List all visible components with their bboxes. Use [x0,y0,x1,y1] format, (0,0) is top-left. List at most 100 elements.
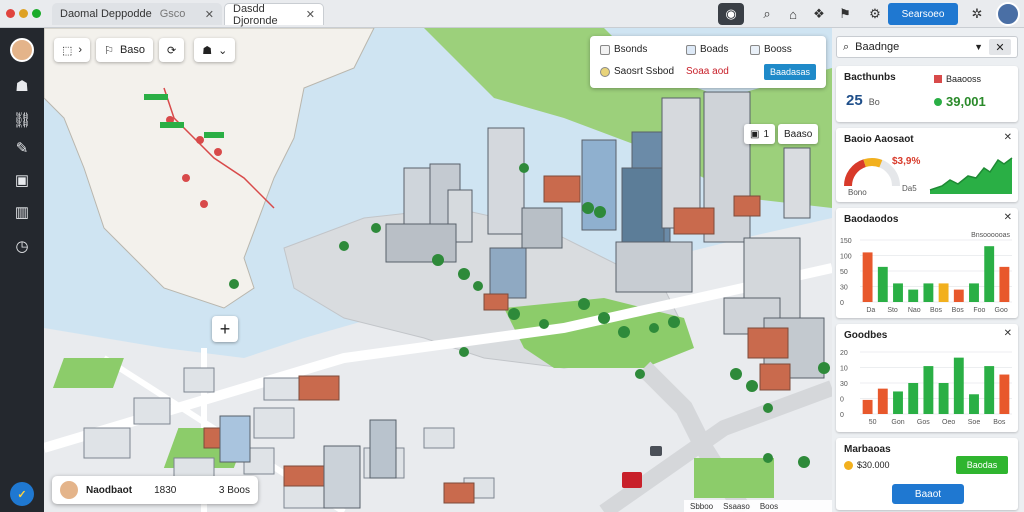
x-tick-label: Sto [887,307,898,314]
home-icon[interactable]: ⌂ [780,3,806,25]
bar[interactable] [953,357,964,414]
map-scale: Sbboo Ssaaso Boos [684,500,832,512]
y-tick-label: 0 [840,300,844,307]
close-window-button[interactable] [6,9,15,18]
tool-user-button[interactable]: ☗ ⌄ [194,38,236,62]
layers-icon[interactable]: ❖ [806,3,832,25]
search-input[interactable]: ⌕ Baadnge ▼ ✕ [836,36,1018,58]
bar[interactable] [893,283,903,302]
bar[interactable] [893,391,903,414]
settings-icon[interactable]: ⚙ [862,3,888,25]
bar[interactable] [908,383,919,414]
window-controls [6,9,41,18]
x-tick-label: Goo [995,307,1008,314]
tool-base-button[interactable]: ⚐ Baso [96,38,154,62]
bar-chart-2: 20 10 30 0 0 50 Gon Gos Oeo Soe Bos [840,350,1012,426]
clock-icon[interactable]: ◷ [10,234,34,258]
search-icon[interactable]: ⌕ [754,3,780,25]
chart2-title: Goodbes [844,330,888,341]
chart1-title: Baodaodos [844,214,899,225]
close-icon[interactable]: ✕ [1004,328,1012,339]
info-card[interactable]: Naodbaot 1830 3 Boos [52,476,258,504]
pencil-icon[interactable]: ✎ [10,136,34,160]
map-view[interactable]: ⬚ › ⚐ Baso ⟳ ☗ ⌄ Bsonds Boads Booss Saos… [44,28,832,512]
image-icon[interactable]: ▣ [10,168,34,192]
link-icon[interactable]: ⛓ [10,108,34,132]
bar[interactable] [877,266,888,302]
layer-name-button[interactable]: Baaso [778,124,819,144]
browser-tab-2[interactable]: Dasdd Djoronde ✕ [224,3,324,27]
bar[interactable] [877,388,888,414]
stats-unit: Bo [868,97,880,107]
bar[interactable] [984,366,995,414]
confirm-button[interactable]: Baodas [956,456,1008,474]
x-tick-label: Foo [973,307,985,314]
bar[interactable] [862,399,873,414]
close-icon[interactable]: ✕ [1004,212,1012,223]
bar[interactable] [969,394,979,414]
tool-rotate-button[interactable]: ⟳ [159,38,185,62]
minimize-window-button[interactable] [19,9,28,18]
x-tick-label: Bos [930,307,943,314]
info-count: 3 Boos [218,484,250,496]
bar[interactable] [938,283,949,302]
scale-label: Ssaaso [723,501,750,511]
record-icon[interactable]: ◉ [718,3,744,25]
primary-action-button[interactable]: Searsoeo [888,3,958,25]
legend-item[interactable]: Boads [686,44,728,55]
zoom-in-button[interactable]: + [212,316,238,342]
stats-primary: 25 Bo [846,92,880,109]
gauge-small-label: Da5 [902,184,917,193]
avatar [60,481,78,499]
browser-tab-1[interactable]: Daomal Deppodde Gsco ✕ [52,3,222,25]
layer-toggle-button[interactable]: ▣ 1 [744,124,776,144]
shapes-icon[interactable]: ☗ [10,74,34,98]
close-icon[interactable]: ✕ [306,8,315,21]
x-tick-label: Gos [917,419,930,426]
actions-value-row: $30.000 [844,460,890,470]
bar[interactable] [923,366,934,414]
bookmark-icon[interactable]: ⚑ [832,3,858,25]
status-dot-icon [934,97,942,106]
close-icon[interactable]: ✕ [205,8,214,21]
y-tick-label: 100 [840,254,852,261]
gauge-fill [844,159,867,187]
bar[interactable] [969,283,979,302]
app-logo-icon[interactable]: ✓ [10,482,34,506]
stats-secondary-value: 39,001 [934,94,986,109]
legend-item[interactable]: Saosrt Ssbod [600,66,674,77]
clear-icon[interactable]: ✕ [989,39,1011,55]
legend-item[interactable]: Soaa aod [686,66,729,77]
title-bar: Daomal Deppodde Gsco ✕ Dasdd Djoronde ✕ … [0,0,1024,28]
avatar[interactable] [996,2,1020,26]
chevron-down-icon[interactable]: ▼ [974,42,983,52]
bar[interactable] [923,283,934,302]
y-tick-label: 30 [840,285,848,292]
bar[interactable] [862,252,873,302]
tool-select-button[interactable]: ⬚ › [54,38,91,62]
x-tick-label: Oeo [942,419,955,426]
y-tick-label: 150 [840,238,852,245]
bar[interactable] [999,266,1010,302]
bar[interactable] [984,246,995,302]
secondary-value: 39,001 [946,94,986,109]
bar-chart-card-2: Goodbes ✕ 20 10 30 0 0 50 Gon Gos Oeo Soe Bos [836,324,1018,432]
bar[interactable] [908,289,919,302]
map-toolbar: ⬚ › ⚐ Baso ⟳ ☗ ⌄ [54,38,236,62]
chart-icon[interactable]: ▥ [10,200,34,224]
right-panel: ⌕ Baadnge ▼ ✕ Bacthunbs 25 Bo Baaooss 39… [832,28,1024,512]
legend-item[interactable]: Bsonds [600,44,647,55]
maximize-window-button[interactable] [32,9,41,18]
legend-apply-button[interactable]: Baadasas [764,64,816,80]
submit-button[interactable]: Baaot [892,484,964,504]
legend-item[interactable]: Booss [750,44,792,55]
legend-label: Bsonds [614,44,648,55]
gear-icon[interactable]: ✲ [964,3,990,25]
bar[interactable] [999,374,1010,414]
stats-title: Bacthunbs [844,72,896,83]
avatar[interactable] [10,38,34,62]
bar[interactable] [938,383,949,414]
gauge-card: Baoio Aaosaot ✕ $3,9% Bono Da5 [836,128,1018,202]
close-icon[interactable]: ✕ [1004,132,1012,143]
bar[interactable] [953,289,964,302]
